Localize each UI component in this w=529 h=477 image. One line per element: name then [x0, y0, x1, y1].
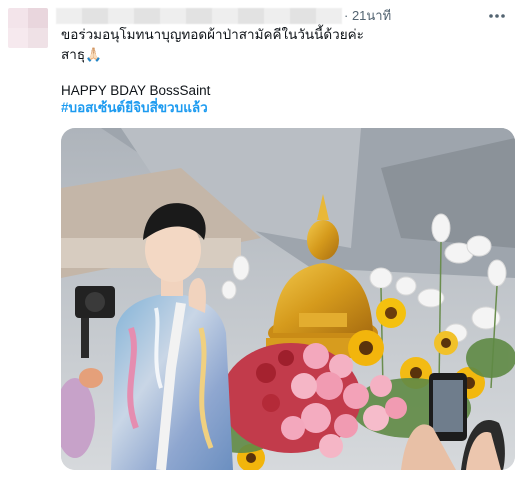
more-horizontal-icon — [489, 14, 505, 18]
tweet-text-line: สาธุ🙏🏻 — [61, 47, 102, 62]
hashtag-link[interactable]: #บอสเซ้นต์ยีจิบสี่ขวบแล้ว — [61, 99, 208, 117]
tweet-timestamp[interactable]: · 21นาที — [344, 8, 391, 24]
tweet-text-line: ขอร่วมอนุโมทนาบุญทอดผ้าป่าสามัคคีในวันนี… — [61, 27, 364, 42]
author-name-redacted[interactable] — [56, 8, 342, 24]
photo-scene — [61, 128, 515, 470]
tweet-photo[interactable] — [61, 128, 515, 470]
more-options-button[interactable] — [482, 6, 512, 26]
avatar[interactable] — [8, 8, 48, 48]
tweet: · 21นาที ขอร่วมอนุโมทนาบุญทอดผ้าป่าสามัค… — [0, 0, 529, 477]
tweet-text-line: HAPPY BDAY BossSaint — [61, 83, 211, 98]
